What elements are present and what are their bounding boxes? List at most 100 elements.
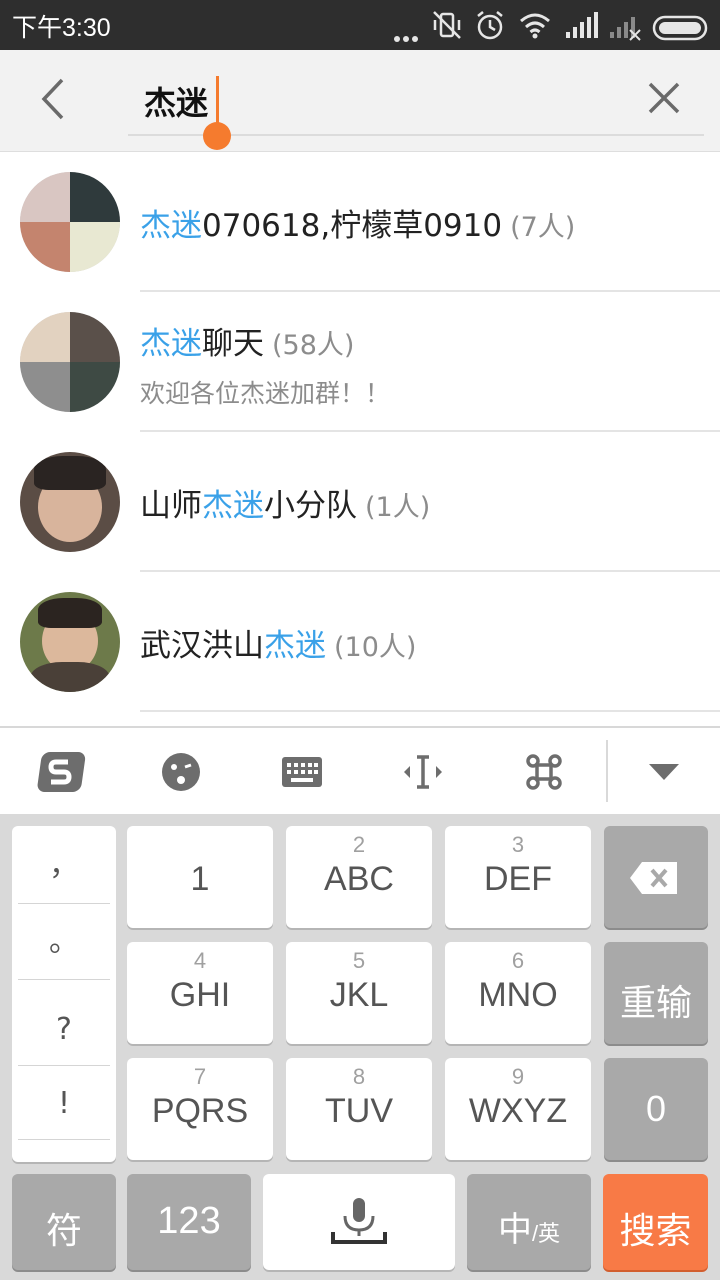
list-item[interactable]: 山师杰迷小分队 (1人) [0,432,720,572]
toolbar-divider [606,740,608,802]
collapse-arrow-icon[interactable] [634,742,694,802]
group-title: 杰迷070618,柠檬草0910 (7人) [140,200,575,245]
backspace-button[interactable] [604,826,708,928]
avatar [20,312,120,412]
battery-icon [652,15,708,41]
key-7[interactable]: 7 PQRS [127,1058,273,1160]
key-label: TUV [325,1092,393,1130]
search-results-list: 杰迷070618,柠檬草0910 (7人) 杰迷聊天 (58人) 欢迎各位杰迷加群！… [0,152,720,726]
key-1[interactable]: 1 [127,826,273,928]
wifi-icon [520,13,550,39]
key-label: ABC [324,860,394,898]
avatar [20,592,120,692]
signal-icon [566,12,598,38]
divider [18,1139,110,1140]
emoji-icon[interactable] [151,742,211,802]
symbol-button[interactable]: 符 [12,1174,116,1270]
language-switch-button[interactable]: 中/英 [467,1174,591,1270]
key-label: GHI [169,976,231,1014]
microphone-icon [331,1198,387,1244]
punct-comma-key[interactable]: ， [18,828,110,903]
key-label: WXYZ [468,1092,568,1130]
search-header: 杰迷 [0,50,720,152]
key-label: 重输 [619,982,692,1023]
group-description: 欢迎各位杰迷加群！！ [140,379,391,408]
member-count: (58人) [272,330,355,361]
key-label: DEF [484,860,552,898]
key-9[interactable]: 9 WXYZ [445,1058,591,1160]
key-label: 中/英 [467,1202,591,1251]
key-number: 3 [511,832,525,857]
key-number: 4 [193,948,207,973]
search-button[interactable]: 搜索 [603,1174,708,1270]
list-item[interactable]: 杰迷聊天 (58人) 欢迎各位杰迷加群！！ [0,292,720,432]
cursor-handle[interactable] [203,122,231,150]
signal-no-sim-icon [610,17,641,41]
title-highlight: 杰迷 [140,326,202,362]
title-highlight: 杰迷 [264,628,326,664]
screen: 下午3:30 杰迷 杰迷070618,柠檬草0910 (7人) 杰迷聊天 (58… [0,0,720,1280]
title-prefix: 武汉洪山 [140,628,264,664]
key-label: MNO [478,976,558,1014]
member-count: (7人) [510,212,576,243]
list-item[interactable]: 杰迷070618,柠檬草0910 (7人) [0,152,720,292]
group-title: 杰迷聊天 (58人) [140,318,354,363]
punctuation-list: ， 。 ? ! [12,826,116,1162]
key-4[interactable]: 4 GHI [127,942,273,1044]
command-icon[interactable] [514,742,574,802]
voice-input-button[interactable] [263,1174,455,1270]
key-number: 9 [511,1064,525,1089]
alarm-icon [477,11,503,40]
group-title: 山师杰迷小分队 (1人) [140,480,430,525]
group-title: 武汉洪山杰迷 (10人) [140,620,416,665]
reenter-button[interactable]: 重输 [604,942,708,1044]
more-dots-icon [394,27,421,42]
key-8[interactable]: 8 TUV [286,1058,432,1160]
punct-exclaim-key[interactable]: ! [18,1066,110,1141]
numeric-button[interactable]: 123 [127,1174,251,1270]
key-label: 123 [157,1200,221,1242]
text-cursor [216,76,219,124]
keyboard-icon[interactable] [272,742,332,802]
title-highlight: 杰迷 [202,488,264,524]
key-label: 0 [645,1088,667,1129]
search-input[interactable]: 杰迷 [128,50,704,150]
key-label: JKL [329,976,389,1014]
cursor-move-icon[interactable] [393,742,453,802]
title-prefix: 山师 [140,488,202,524]
close-icon[interactable] [644,78,684,118]
punct-period-key[interactable]: 。 [18,904,110,979]
key-number: 7 [193,1064,207,1089]
divider [140,710,720,712]
lang-sub-label: /英 [531,1221,561,1246]
key-0[interactable]: 0 [604,1058,708,1160]
key-5[interactable]: 5 JKL [286,942,432,1044]
title-highlight: 杰迷 [140,208,202,244]
keyboard-toolbar [0,726,720,814]
title-suffix: 070618,柠檬草0910 [202,208,503,244]
punct-question-key[interactable]: ? [18,992,110,1067]
key-6[interactable]: 6 MNO [445,942,591,1044]
key-number: 2 [352,832,366,857]
key-2[interactable]: 2 ABC [286,826,432,928]
key-number: 5 [352,948,366,973]
title-suffix: 聊天 [202,326,264,362]
ime-keyboard: ， 。 ? ! 1 2 ABC 3 DEF 4 GHI 5 JKL 6 MNO … [0,814,720,1280]
key-label: 1 [190,860,210,898]
key-3[interactable]: 3 DEF [445,826,591,928]
key-label: PQRS [151,1092,249,1130]
key-label: 搜索 [619,1210,692,1251]
key-number: 8 [352,1064,366,1089]
backspace-icon [630,862,677,894]
avatar [20,452,120,552]
key-label: 符 [45,1210,82,1251]
chevron-left-icon[interactable] [30,74,80,124]
list-item[interactable]: 武汉洪山杰迷 (10人) [0,572,720,712]
member-count: (1人) [365,492,431,523]
avatar [20,172,120,272]
lang-main-label: 中 [497,1211,532,1249]
sogou-logo-icon[interactable] [30,742,90,802]
status-time: 下午3:30 [12,14,111,42]
title-suffix: 小分队 [264,488,357,524]
divider [18,979,110,980]
